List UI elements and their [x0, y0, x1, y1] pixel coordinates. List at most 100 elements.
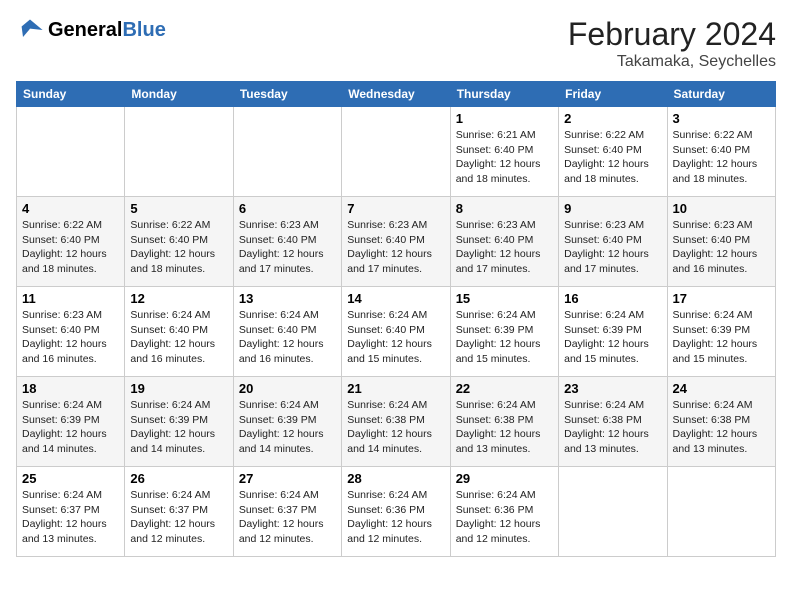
day-info: Sunrise: 6:23 AMSunset: 6:40 PMDaylight:…	[456, 218, 553, 277]
month-year-title: February 2024	[568, 16, 776, 53]
column-header-tuesday: Tuesday	[233, 82, 341, 107]
calendar-cell: 3 Sunrise: 6:22 AMSunset: 6:40 PMDaylight…	[667, 107, 775, 197]
calendar-cell: 18 Sunrise: 6:24 AMSunset: 6:39 PMDayligh…	[17, 377, 125, 467]
calendar-cell: 6 Sunrise: 6:23 AMSunset: 6:40 PMDaylight…	[233, 197, 341, 287]
day-info: Sunrise: 6:23 AMSunset: 6:40 PMDaylight:…	[347, 218, 444, 277]
day-info: Sunrise: 6:23 AMSunset: 6:40 PMDaylight:…	[673, 218, 770, 277]
calendar-cell: 29 Sunrise: 6:24 AMSunset: 6:36 PMDayligh…	[450, 467, 558, 557]
day-number: 18	[22, 381, 119, 396]
column-header-wednesday: Wednesday	[342, 82, 450, 107]
day-number: 2	[564, 111, 661, 126]
location-subtitle: Takamaka, Seychelles	[568, 53, 776, 71]
calendar-cell: 5 Sunrise: 6:22 AMSunset: 6:40 PMDaylight…	[125, 197, 233, 287]
column-header-saturday: Saturday	[667, 82, 775, 107]
calendar-cell: 27Sunrise: 6:24 AMSunset: 6:37 PMDayligh…	[233, 467, 341, 557]
column-header-friday: Friday	[559, 82, 667, 107]
calendar-week-4: 18 Sunrise: 6:24 AMSunset: 6:39 PMDayligh…	[17, 377, 776, 467]
calendar-cell: 9 Sunrise: 6:23 AMSunset: 6:40 PMDaylight…	[559, 197, 667, 287]
day-number: 4	[22, 201, 119, 216]
day-number: 17	[673, 291, 770, 306]
calendar-week-2: 4 Sunrise: 6:22 AMSunset: 6:40 PMDaylight…	[17, 197, 776, 287]
title-block: February 2024 Takamaka, Seychelles	[568, 16, 776, 71]
calendar-cell	[667, 467, 775, 557]
day-info: Sunrise: 6:22 AMSunset: 6:40 PMDaylight:…	[673, 128, 770, 187]
day-number: 5	[130, 201, 227, 216]
calendar-cell: 23 Sunrise: 6:24 AMSunset: 6:38 PMDayligh…	[559, 377, 667, 467]
day-number: 29	[456, 471, 553, 486]
day-info: Sunrise: 6:24 AMSunset: 6:39 PMDaylight:…	[22, 398, 119, 457]
day-number: 24	[673, 381, 770, 396]
day-info: Sunrise: 6:24 AMSunset: 6:40 PMDaylight:…	[347, 308, 444, 367]
day-info: Sunrise: 6:24 AMSunset: 6:39 PMDaylight:…	[239, 398, 336, 457]
calendar-header-row: SundayMondayTuesdayWednesdayThursdayFrid…	[17, 82, 776, 107]
day-number: 20	[239, 381, 336, 396]
calendar-cell: 22 Sunrise: 6:24 AMSunset: 6:38 PMDayligh…	[450, 377, 558, 467]
day-info: Sunrise: 6:23 AMSunset: 6:40 PMDaylight:…	[239, 218, 336, 277]
column-header-sunday: Sunday	[17, 82, 125, 107]
calendar-cell: 10 Sunrise: 6:23 AMSunset: 6:40 PMDayligh…	[667, 197, 775, 287]
day-info: Sunrise: 6:22 AMSunset: 6:40 PMDaylight:…	[564, 128, 661, 187]
day-info: Sunrise: 6:24 AMSunset: 6:37 PMDaylight:…	[130, 488, 227, 547]
day-info: Sunrise: 6:24 AMSunset: 6:39 PMDaylight:…	[130, 398, 227, 457]
day-info: Sunrise: 6:24 AMSunset: 6:37 PMDaylight:…	[22, 488, 119, 547]
day-info: Sunrise: 6:22 AMSunset: 6:40 PMDaylight:…	[130, 218, 227, 277]
day-info: Sunrise: 6:22 AMSunset: 6:40 PMDaylight:…	[22, 218, 119, 277]
day-number: 9	[564, 201, 661, 216]
calendar-cell: 28 Sunrise: 6:24 AMSunset: 6:36 PMDayligh…	[342, 467, 450, 557]
calendar-week-1: 1 Sunrise: 6:21 AMSunset: 6:40 PMDaylight…	[17, 107, 776, 197]
day-number: 27	[239, 471, 336, 486]
day-number: 16	[564, 291, 661, 306]
day-info: Sunrise: 6:24 AMSunset: 6:39 PMDaylight:…	[673, 308, 770, 367]
day-number: 8	[456, 201, 553, 216]
day-number: 25	[22, 471, 119, 486]
day-number: 10	[673, 201, 770, 216]
day-info: Sunrise: 6:24 AMSunset: 6:36 PMDaylight:…	[456, 488, 553, 547]
day-number: 12	[130, 291, 227, 306]
calendar-cell: 20 Sunrise: 6:24 AMSunset: 6:39 PMDayligh…	[233, 377, 341, 467]
calendar-cell: 19 Sunrise: 6:24 AMSunset: 6:39 PMDayligh…	[125, 377, 233, 467]
calendar-cell: 4 Sunrise: 6:22 AMSunset: 6:40 PMDaylight…	[17, 197, 125, 287]
calendar-cell	[125, 107, 233, 197]
calendar-cell: 24 Sunrise: 6:24 AMSunset: 6:38 PMDayligh…	[667, 377, 775, 467]
day-number: 28	[347, 471, 444, 486]
day-info: Sunrise: 6:24 AMSunset: 6:39 PMDaylight:…	[456, 308, 553, 367]
day-info: Sunrise: 6:24 AMSunset: 6:38 PMDaylight:…	[347, 398, 444, 457]
column-header-thursday: Thursday	[450, 82, 558, 107]
day-number: 1	[456, 111, 553, 126]
day-info: Sunrise: 6:24 AMSunset: 6:40 PMDaylight:…	[130, 308, 227, 367]
logo-bird-icon	[16, 16, 44, 44]
day-number: 14	[347, 291, 444, 306]
day-info: Sunrise: 6:24 AMSunset: 6:40 PMDaylight:…	[239, 308, 336, 367]
calendar-cell: 2 Sunrise: 6:22 AMSunset: 6:40 PMDaylight…	[559, 107, 667, 197]
logo: GeneralBlue	[16, 16, 166, 44]
calendar-cell: 26Sunrise: 6:24 AMSunset: 6:37 PMDayligh…	[125, 467, 233, 557]
day-number: 7	[347, 201, 444, 216]
calendar-cell: 21 Sunrise: 6:24 AMSunset: 6:38 PMDayligh…	[342, 377, 450, 467]
logo-text: GeneralBlue	[48, 19, 166, 41]
calendar-cell	[342, 107, 450, 197]
calendar-cell	[559, 467, 667, 557]
day-number: 11	[22, 291, 119, 306]
day-info: Sunrise: 6:23 AMSunset: 6:40 PMDaylight:…	[564, 218, 661, 277]
day-number: 19	[130, 381, 227, 396]
day-number: 13	[239, 291, 336, 306]
calendar-cell: 25 Sunrise: 6:24 AMSunset: 6:37 PMDayligh…	[17, 467, 125, 557]
calendar-cell: 14 Sunrise: 6:24 AMSunset: 6:40 PMDayligh…	[342, 287, 450, 377]
day-info: Sunrise: 6:24 AMSunset: 6:38 PMDaylight:…	[564, 398, 661, 457]
day-info: Sunrise: 6:24 AMSunset: 6:36 PMDaylight:…	[347, 488, 444, 547]
calendar-week-3: 11Sunrise: 6:23 AMSunset: 6:40 PMDayligh…	[17, 287, 776, 377]
day-number: 6	[239, 201, 336, 216]
day-number: 22	[456, 381, 553, 396]
column-header-monday: Monday	[125, 82, 233, 107]
day-info: Sunrise: 6:24 AMSunset: 6:38 PMDaylight:…	[456, 398, 553, 457]
calendar-cell: 16 Sunrise: 6:24 AMSunset: 6:39 PMDayligh…	[559, 287, 667, 377]
day-info: Sunrise: 6:24 AMSunset: 6:38 PMDaylight:…	[673, 398, 770, 457]
calendar-cell: 1 Sunrise: 6:21 AMSunset: 6:40 PMDaylight…	[450, 107, 558, 197]
calendar-table: SundayMondayTuesdayWednesdayThursdayFrid…	[16, 81, 776, 557]
day-number: 21	[347, 381, 444, 396]
day-number: 23	[564, 381, 661, 396]
day-info: Sunrise: 6:24 AMSunset: 6:39 PMDaylight:…	[564, 308, 661, 367]
page-header: GeneralBlue February 2024 Takamaka, Seyc…	[16, 16, 776, 71]
day-number: 3	[673, 111, 770, 126]
day-info: Sunrise: 6:21 AMSunset: 6:40 PMDaylight:…	[456, 128, 553, 187]
